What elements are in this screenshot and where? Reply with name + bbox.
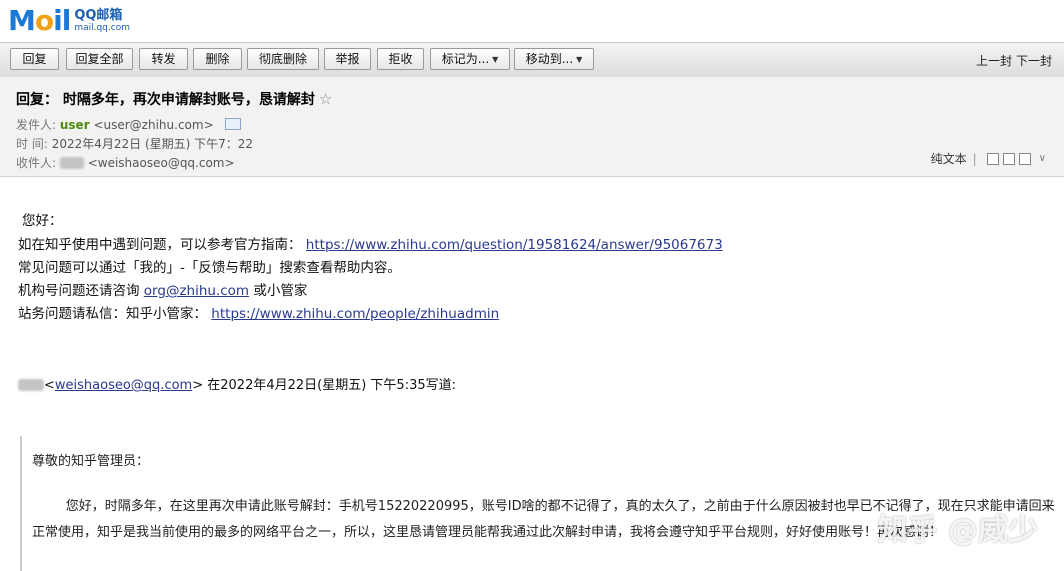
star-icon[interactable]: ☆: [319, 90, 332, 108]
save-icon[interactable]: [1002, 152, 1015, 165]
report-button[interactable]: 举报: [324, 48, 371, 70]
mail-subject: 回复： 时隔多年，再次申请解封账号，恳请解封 ☆: [16, 90, 333, 108]
reply-button[interactable]: 回复: [10, 48, 59, 70]
redacted-recipient-name: [59, 157, 84, 169]
guide-link[interactable]: https://www.zhihu.com/question/19581624/…: [306, 237, 723, 253]
mail-toolbar: 回复 回复全部 转发 删除 彻底删除 举报 拒收 标记为... ▼ 移动到... ▼…: [0, 42, 1064, 78]
plain-text-link[interactable]: 纯文本: [931, 150, 967, 167]
quote-salutation: 尊敬的知乎管理员：: [32, 454, 150, 469]
logo-subtitle: QQ邮箱 mail.qq.com: [74, 7, 130, 34]
caret-down-icon: ▼: [492, 55, 499, 64]
to-label: 收件人:: [16, 156, 57, 170]
prev-mail-link[interactable]: 上一封: [976, 54, 1012, 68]
logo-en: mail.qq.com: [74, 22, 130, 33]
recipient-address: <weishaoseo@qq.com>: [87, 156, 235, 170]
next-mail-link[interactable]: 下一封: [1016, 54, 1052, 68]
watermark: 知乎 @威少: [877, 513, 1038, 548]
mail-header: 回复： 时隔多年，再次申请解封账号，恳请解封 ☆ 发件人: user <user@…: [0, 77, 1064, 177]
greeting: 您好：: [22, 213, 63, 229]
quote-meta: 在2022年4月22日(星期五) 下午5:35写道:: [207, 378, 456, 393]
forward-button[interactable]: 转发: [139, 48, 188, 70]
delete-button[interactable]: 删除: [193, 48, 242, 70]
divider: |: [972, 151, 977, 166]
admin-link[interactable]: https://www.zhihu.com/people/zhihuadmin: [211, 306, 499, 322]
reject-button[interactable]: 拒收: [377, 48, 424, 70]
body-line-org: 机构号问题还请咨询 org@zhihu.com 或小管家: [18, 283, 308, 299]
time-label: 时 间:: [16, 137, 48, 151]
move-to-label: 移动到...: [525, 52, 574, 66]
mail-navigation: 上一封 下一封: [972, 52, 1052, 69]
reply-all-button[interactable]: 回复全部: [66, 48, 133, 70]
sender-name[interactable]: user: [60, 118, 90, 132]
new-window-icon[interactable]: [986, 152, 999, 165]
logo-cn: QQ邮箱: [74, 7, 123, 23]
header-tools: 纯文本 | ∨: [931, 150, 1046, 167]
from-row: 发件人: user <user@zhihu.com>: [16, 116, 242, 133]
contact-card-icon[interactable]: [225, 118, 242, 130]
time-value: 2022年4月22日 (星期五) 下午7：22: [51, 137, 254, 151]
redacted-sender-name: [18, 379, 44, 391]
to-row: 收件人: <weishaoseo@qq.com>: [16, 154, 235, 171]
logo-bar: Moil QQ邮箱 mail.qq.com: [0, 0, 1064, 42]
mark-as-label: 标记为...: [441, 52, 490, 66]
chevron-down-icon[interactable]: ∨: [1039, 153, 1046, 164]
logo-wordmark: Moil: [8, 4, 71, 37]
mark-as-dropdown[interactable]: 标记为... ▼: [430, 48, 510, 70]
body-line-admin: 站务问题请私信：知乎小管家： https://www.zhihu.com/peo…: [18, 306, 500, 322]
move-to-dropdown[interactable]: 移动到... ▼: [514, 48, 594, 70]
from-label: 发件人:: [16, 118, 57, 132]
time-row: 时 间: 2022年4月22日 (星期五) 下午7：22: [16, 135, 253, 152]
delete-permanent-button[interactable]: 彻底删除: [247, 48, 319, 70]
quote-header: <weishaoseo@qq.com> 在2022年4月22日(星期五) 下午5…: [18, 374, 456, 393]
org-email-link[interactable]: org@zhihu.com: [144, 283, 249, 299]
print-icon[interactable]: [1018, 152, 1031, 165]
body-line-faq: 常见问题可以通过「我的」-「反馈与帮助」搜索查看帮助内容。: [18, 260, 401, 276]
body-line-guide: 如在知乎使用中遇到问题，可以参考官方指南： https://www.zhihu.…: [18, 237, 723, 253]
caret-down-icon: ▼: [576, 55, 583, 64]
qqmail-logo[interactable]: Moil QQ邮箱 mail.qq.com: [8, 6, 130, 36]
quote-sender-link[interactable]: weishaoseo@qq.com: [55, 378, 192, 393]
sender-address: <user@zhihu.com>: [93, 118, 214, 132]
quoted-message: 尊敬的知乎管理员： 您好，时隔多年，在这里再次申请此账号解封：手机号152202…: [20, 436, 1062, 571]
